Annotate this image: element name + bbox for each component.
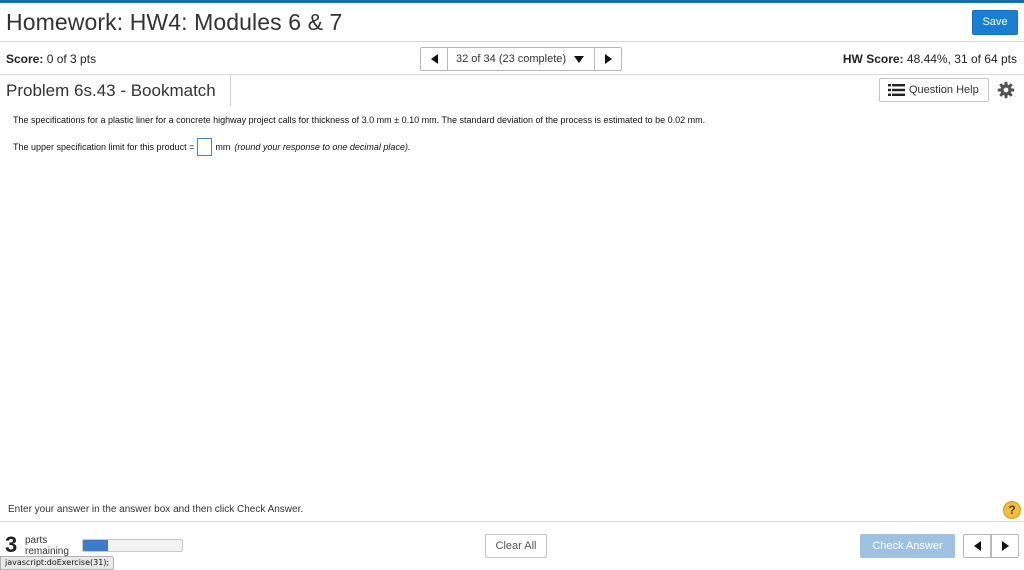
question-select-dropdown[interactable]: 32 of 34 (23 complete) [448, 47, 594, 71]
instruction-bar: Enter your answer in the answer box and … [0, 500, 1024, 522]
problem-divider [230, 75, 231, 106]
question-navigator: 32 of 34 (23 complete) [420, 47, 622, 71]
hw-score-label: HW Score: [842, 52, 904, 66]
problem-statement: The specifications for a plastic liner f… [13, 115, 706, 125]
question-position-text: 32 of 34 (23 complete) [456, 53, 567, 65]
hw-score-display: HW Score: 48.44%, 31 of 64 pts [843, 52, 1017, 66]
bottom-previous-button[interactable] [963, 534, 991, 558]
answer-input[interactable] [197, 137, 213, 156]
gear-icon[interactable] [997, 81, 1015, 99]
parts-remaining-label: parts remaining [25, 535, 69, 557]
arrow-left-icon [430, 54, 438, 64]
instruction-text: Enter your answer in the answer box and … [8, 504, 304, 515]
score-label: Score: [6, 52, 44, 66]
check-answer-button[interactable]: Check Answer [860, 534, 955, 558]
problem-title: Problem 6s.43 - Bookmatch [6, 81, 216, 100]
title-bar: Homework: HW4: Modules 6 & 7 Save [0, 3, 1024, 42]
answer-prefix: The upper specification limit for this p… [13, 141, 195, 152]
score-bar: Score: 0 of 3 pts 32 of 34 (23 complete)… [0, 42, 1024, 75]
hw-score-value: 48.44%, 31 of 64 pts [906, 52, 1017, 66]
arrow-right-icon [1001, 541, 1009, 551]
parts-label-line1: parts [25, 535, 48, 546]
score-value: 0 of 3 pts [46, 52, 97, 66]
list-icon [888, 84, 905, 96]
next-question-button[interactable] [594, 47, 622, 71]
save-button[interactable]: Save [972, 10, 1018, 35]
bottom-next-button[interactable] [991, 534, 1019, 558]
answer-line: The upper specification limit for this p… [13, 137, 410, 156]
help-icon[interactable]: ? [1003, 501, 1021, 519]
dropdown-arrow-icon [574, 55, 585, 63]
arrow-left-icon [973, 541, 981, 551]
question-help-label: Question Help [909, 84, 979, 96]
parts-remaining-count: 3 [5, 532, 18, 557]
problem-bar: Problem 6s.43 - Bookmatch Question Help [0, 75, 1024, 106]
progress-fill [83, 540, 108, 551]
parts-progress-bar [82, 539, 183, 552]
browser-status-bar: javascript:doExercise(31); [0, 556, 115, 570]
previous-question-button[interactable] [420, 47, 448, 71]
clear-all-button[interactable]: Clear All [485, 534, 547, 558]
answer-hint: (round your response to one decimal plac… [234, 141, 411, 152]
question-help-button[interactable]: Question Help [879, 78, 989, 102]
arrow-right-icon [604, 54, 612, 64]
answer-unit: mm [215, 141, 231, 152]
score-display: Score: 0 of 3 pts [6, 52, 96, 66]
bottom-question-navigator [963, 534, 1019, 558]
homework-title: Homework: HW4: Modules 6 & 7 [6, 9, 343, 35]
